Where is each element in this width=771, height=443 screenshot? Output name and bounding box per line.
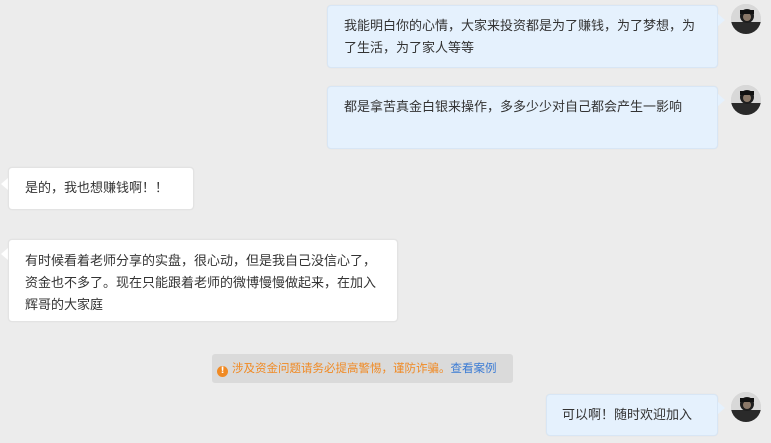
warning-icon: ! xyxy=(217,366,228,377)
notice-text: 涉及资金问题请务必提高警惕，谨防诈骗。 xyxy=(232,361,451,375)
avatar-image xyxy=(731,392,761,422)
message-bubble-outgoing: 我能明白你的心情，大家来投资都是为了赚钱，为了梦想，为了生活，为了家人等等 xyxy=(327,5,718,68)
bubble-tail xyxy=(1,248,8,260)
message-bubble-outgoing: 可以啊！随时欢迎加入 xyxy=(546,394,718,436)
user-avatar[interactable] xyxy=(731,85,761,115)
view-cases-link[interactable]: 查看案例 xyxy=(451,361,497,375)
message-bubble-outgoing: 都是拿苦真金白银来操作，多多少少对自己都会产生一影响 xyxy=(327,86,718,149)
message-bubble-incoming: 是的，我也想赚钱啊！！ xyxy=(8,167,194,210)
message-text: 都是拿苦真金白银来操作，多多少少对自己都会产生一影响 xyxy=(344,100,683,115)
bubble-tail xyxy=(718,94,725,106)
bubble-tail xyxy=(718,402,725,414)
message-text: 可以啊！随时欢迎加入 xyxy=(562,408,693,423)
bubble-tail xyxy=(1,178,8,190)
message-text: 是的，我也想赚钱啊！！ xyxy=(25,181,169,196)
message-bubble-incoming: 有时候看着老师分享的实盘，很心动，但是我自己没信心了，资金也不多了。现在只能跟着… xyxy=(8,239,398,322)
avatar-image xyxy=(731,4,761,34)
message-text: 有时候看着老师分享的实盘，很心动，但是我自己没信心了，资金也不多了。现在只能跟着… xyxy=(25,254,377,313)
user-avatar[interactable] xyxy=(731,4,761,34)
chat-window: 我能明白你的心情，大家来投资都是为了赚钱，为了梦想，为了生活，为了家人等等 都是… xyxy=(0,0,771,443)
message-text: 我能明白你的心情，大家来投资都是为了赚钱，为了梦想，为了生活，为了家人等等 xyxy=(344,19,696,56)
safety-notice: ! 涉及资金问题请务必提高警惕，谨防诈骗。查看案例 xyxy=(212,354,513,383)
avatar-image xyxy=(731,85,761,115)
user-avatar[interactable] xyxy=(731,392,761,422)
bubble-tail xyxy=(718,14,725,26)
